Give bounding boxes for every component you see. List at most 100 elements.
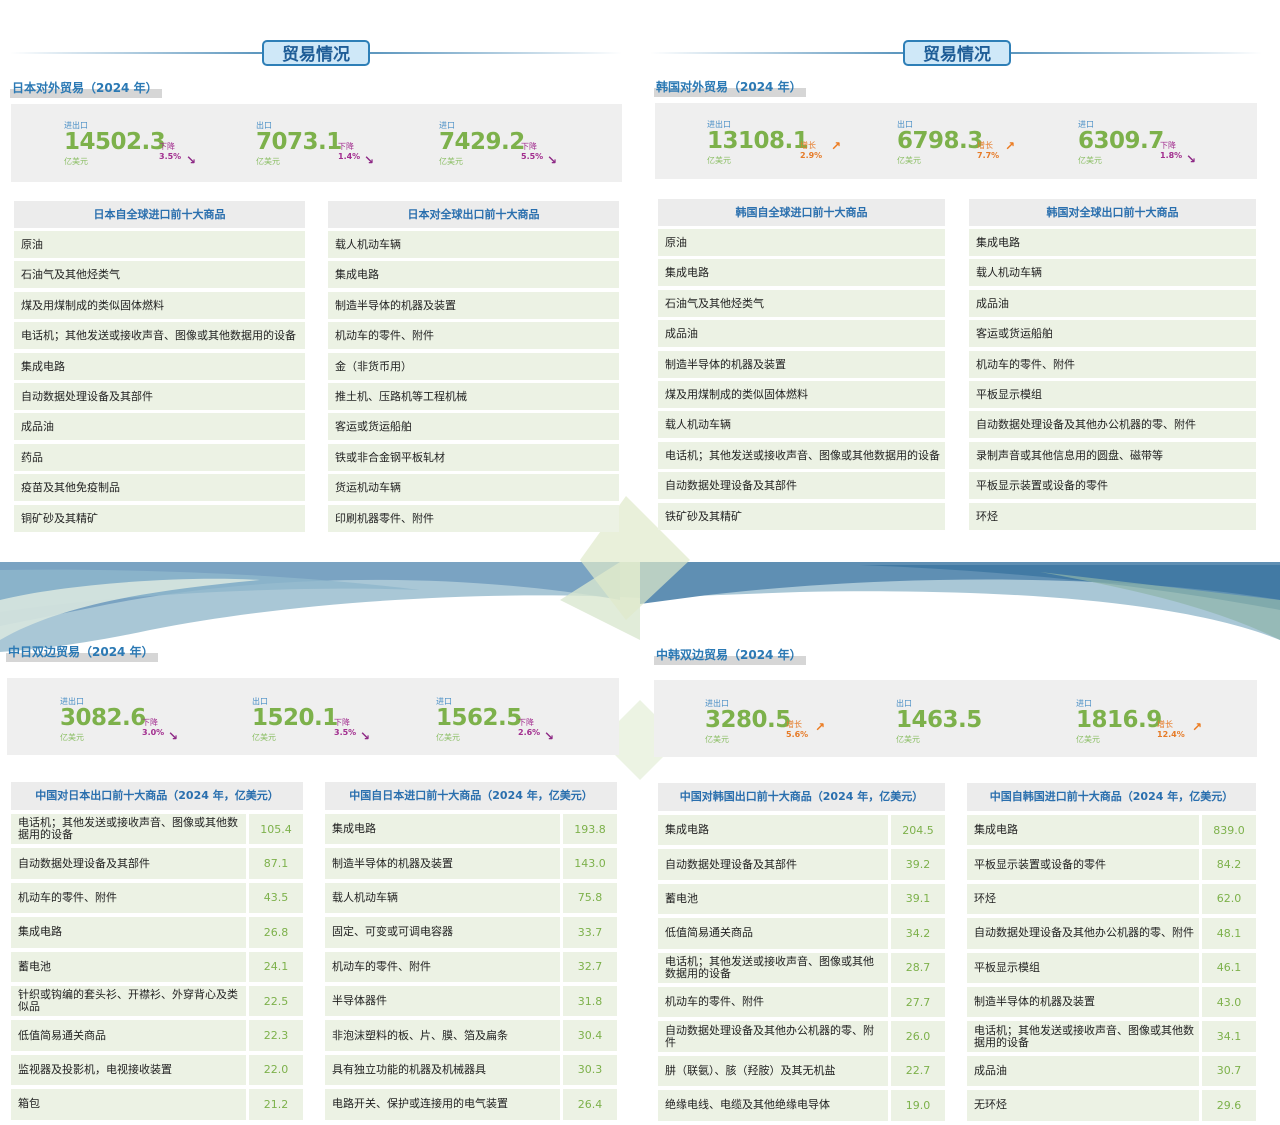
stat-trend: 增长 7.7% xyxy=(977,141,999,161)
item-value: 30.4 xyxy=(563,1020,617,1051)
china-from-japan-import-list: 中国自日本进口前十大商品（2024 年，亿美元） 集成电路 193.8 制造半导体… xyxy=(325,782,617,1124)
stat-unit: 亿美元 xyxy=(60,733,84,742)
table-row: 非泡沫塑料的板、片、膜、箔及扁条 30.4 xyxy=(325,1020,617,1051)
stat-trend: 下降 3.0% xyxy=(142,718,164,738)
list-item: 制造半导体的机器及装置 xyxy=(328,291,619,319)
china-to-korea-export-list: 中国对韩国出口前十大商品（2024 年，亿美元） 集成电路 204.5 自动数据处… xyxy=(658,783,945,1125)
trend-percent: 1.8% xyxy=(1160,151,1183,160)
list-item: 成品油 xyxy=(14,413,305,441)
trend-label: 下降 xyxy=(338,142,354,151)
table-row: 电话机；其他发送或接收声音、图像或其他数据用的设备 28.7 xyxy=(658,952,945,983)
down-arrow-icon: ↘ xyxy=(186,153,197,167)
item-value: 22.3 xyxy=(249,1020,303,1051)
stat-value: 1816.9 xyxy=(1076,707,1162,733)
list-item: 铁或非合金钢平板轧材 xyxy=(328,443,619,471)
stat-value: 6798.3 xyxy=(897,128,983,154)
item-value: 39.2 xyxy=(891,849,945,880)
trend-percent: 3.0% xyxy=(142,728,165,737)
list-item: 载人机动车辆 xyxy=(969,259,1256,287)
list-item: 载人机动车辆 xyxy=(658,411,945,439)
item-name: 集成电路 xyxy=(325,814,560,845)
list-item: 石油气及其他烃类气 xyxy=(658,289,945,317)
table-row: 成品油 30.7 xyxy=(967,1055,1256,1087)
trend-percent: 3.5% xyxy=(334,728,357,737)
trend-percent: 1.4% xyxy=(338,152,361,161)
item-name: 成品油 xyxy=(967,1055,1199,1087)
trend-label: 下降 xyxy=(334,718,350,727)
trend-percent: 12.4% xyxy=(1157,730,1185,739)
table-row: 电路开关、保护或连接用的电气装置 26.4 xyxy=(325,1089,617,1120)
item-value: 48.1 xyxy=(1202,918,1256,949)
trend-percent: 2.9% xyxy=(800,151,823,160)
korea-export-list: 韩国对全球出口前十大商品 集成电路 载人机动车辆 成品油 客运或货运船舶 机动车… xyxy=(969,199,1256,533)
list-item: 印刷机器零件、附件 xyxy=(328,504,619,532)
item-value: 105.4 xyxy=(249,814,303,845)
item-name: 蓄电池 xyxy=(658,883,888,915)
list-item: 机动车的零件、附件 xyxy=(328,322,619,350)
japan-trade-title: 日本对外贸易（2024 年） xyxy=(10,78,162,98)
table-row: 自动数据处理设备及其他办公机器的零、附件 26.0 xyxy=(658,1021,945,1052)
list-item: 自动数据处理设备及其部件 xyxy=(658,472,945,500)
trend-percent: 5.5% xyxy=(521,152,544,161)
item-name: 电话机；其他发送或接收声音、图像或其他数据用的设备 xyxy=(658,952,888,983)
item-value: 43.0 xyxy=(1202,986,1256,1018)
stat-trend: 增长 5.6% xyxy=(786,720,808,740)
table-row: 蓄电池 24.1 xyxy=(11,951,303,982)
stat-value: 3280.5 xyxy=(705,707,791,733)
item-value: 30.7 xyxy=(1202,1055,1256,1087)
item-value: 87.1 xyxy=(249,848,303,879)
list-item: 原油 xyxy=(658,229,945,256)
item-value: 84.2 xyxy=(1202,849,1256,880)
list-item: 机动车的零件、附件 xyxy=(969,350,1256,378)
stat-unit: 亿美元 xyxy=(1076,735,1100,744)
stat-value: 13108.1 xyxy=(707,128,809,154)
stat-trend: 下降 3.5% xyxy=(159,142,181,162)
list-item: 药品 xyxy=(14,443,305,471)
item-name: 集成电路 xyxy=(11,917,246,948)
down-arrow-icon: ↘ xyxy=(168,729,179,743)
china-korea-stat-panel: 进出口 3280.5 亿美元 增长 5.6% ↗ 出口 1463.5 亿美元 进口… xyxy=(654,680,1257,757)
item-value: 39.1 xyxy=(891,883,945,915)
china-to-japan-export-list: 中国对日本出口前十大商品（2024 年，亿美元） 电话机；其他发送或接收声音、图… xyxy=(11,782,303,1124)
table-row: 蓄电池 39.1 xyxy=(658,883,945,915)
stat-trend: 增长 2.9% xyxy=(800,141,822,161)
trend-label: 增长 xyxy=(977,141,993,150)
table-row: 机动车的零件、附件 43.5 xyxy=(11,882,303,914)
item-name: 监视器及投影机，电视接收装置 xyxy=(11,1054,246,1086)
table-row: 平板显示装置或设备的零件 84.2 xyxy=(967,849,1256,880)
item-value: 28.7 xyxy=(891,952,945,983)
trend-percent: 3.5% xyxy=(159,152,182,161)
item-value: 193.8 xyxy=(563,814,617,845)
list-item: 原油 xyxy=(14,231,305,258)
trend-label: 下降 xyxy=(159,142,175,151)
trend-label: 增长 xyxy=(800,141,816,150)
item-value: 29.6 xyxy=(1202,1090,1256,1121)
table-row: 电话机；其他发送或接收声音、图像或其他数据用的设备 105.4 xyxy=(11,814,303,845)
item-value: 26.8 xyxy=(249,917,303,948)
list-item: 平板显示模组 xyxy=(969,380,1256,408)
item-value: 31.8 xyxy=(563,985,617,1017)
list-item: 客运或货运船舶 xyxy=(969,320,1256,348)
table-row: 固定、可变或可调电容器 33.7 xyxy=(325,917,617,948)
item-value: 22.0 xyxy=(249,1054,303,1086)
table-row: 制造半导体的机器及装置 43.0 xyxy=(967,986,1256,1018)
stat-unit: 亿美元 xyxy=(896,735,920,744)
up-arrow-icon: ↗ xyxy=(1005,139,1016,153)
list-item: 铁矿砂及其精矿 xyxy=(658,502,945,530)
table-row: 低值简易通关商品 34.2 xyxy=(658,918,945,949)
list-item: 疫苗及其他免疫制品 xyxy=(14,474,305,502)
stat-value: 1463.5 xyxy=(896,707,982,733)
down-arrow-icon: ↘ xyxy=(547,153,558,167)
stat-unit: 亿美元 xyxy=(707,156,731,165)
up-arrow-icon: ↗ xyxy=(815,720,826,734)
china-korea-title: 中韩双边贸易（2024 年） xyxy=(654,645,806,665)
table-row: 载人机动车辆 75.8 xyxy=(325,882,617,914)
item-value: 24.1 xyxy=(249,951,303,982)
trend-percent: 2.6% xyxy=(518,728,541,737)
table-row: 集成电路 26.8 xyxy=(11,917,303,948)
table-row: 低值简易通关商品 22.3 xyxy=(11,1020,303,1051)
list-item: 集成电路 xyxy=(658,259,945,287)
table-row: 箱包 21.2 xyxy=(11,1089,303,1120)
table-row: 自动数据处理设备及其他办公机器的零、附件 48.1 xyxy=(967,918,1256,949)
table-row: 集成电路 839.0 xyxy=(967,815,1256,846)
